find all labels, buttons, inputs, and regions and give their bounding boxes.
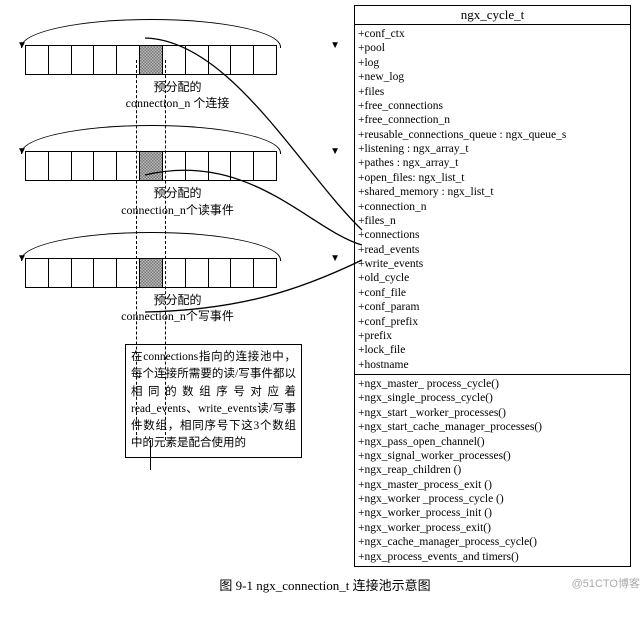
- pool-arc: [21, 232, 281, 261]
- class-field: +reusable_connections_queue : ngx_queue_…: [358, 128, 627, 142]
- pool-cell: [231, 259, 254, 287]
- pool-cell: [163, 259, 186, 287]
- pool-cell: [49, 259, 72, 287]
- pool-cell: [209, 259, 232, 287]
- class-field: +free_connections: [358, 99, 627, 113]
- class-method: +ngx_start _worker_processes(): [358, 406, 627, 420]
- pool-group-read-events: ▼ ▼ 预分配的 connection_n个读事件: [5, 151, 350, 217]
- class-method: +ngx_pass_open_channel(): [358, 435, 627, 449]
- class-method: +ngx_worker_process_init (): [358, 506, 627, 520]
- class-field: +hostname: [358, 358, 627, 372]
- pool-cell: [26, 259, 49, 287]
- class-field: +new_log: [358, 70, 627, 84]
- class-field: +lock_file: [358, 343, 627, 357]
- class-field: +old_cycle: [358, 271, 627, 285]
- pool-cell: [94, 152, 117, 180]
- class-method: +ngx_cache_manager_process_cycle(): [358, 535, 627, 549]
- pool-cell: [49, 152, 72, 180]
- uml-class-box: ngx_cycle_t +conf_ctx+pool+log+new_log+f…: [354, 5, 631, 567]
- pool-arc: [21, 125, 281, 154]
- array-pool: [25, 45, 277, 75]
- pool-arc: [21, 19, 281, 48]
- class-field: +open_files: ngx_list_t: [358, 171, 627, 185]
- class-field: +connection_n: [358, 200, 627, 214]
- class-method: +ngx_reap_children (): [358, 463, 627, 477]
- class-method: +ngx_single_process_cycle(): [358, 391, 627, 405]
- class-method: +ngx_master_ process_cycle(): [358, 377, 627, 391]
- array-pool: [25, 258, 277, 288]
- class-field: +conf_prefix: [358, 315, 627, 329]
- pool-cell: [26, 152, 49, 180]
- left-diagram-column: ▼ ▼ 预分配的 connection_n 个连接 ▼ ▼ 预分配的 conne…: [5, 5, 350, 567]
- array-pool: [25, 151, 277, 181]
- pool-cell: [72, 259, 95, 287]
- arrow-down-icon: ▼: [330, 254, 340, 264]
- class-field: +prefix: [358, 329, 627, 343]
- pool-cell: [94, 46, 117, 74]
- pool-cell: [209, 152, 232, 180]
- class-method: +ngx_start_cache_manager_processes(): [358, 420, 627, 434]
- pool-label: 预分配的 connection_n 个连接: [5, 79, 350, 111]
- class-method: +ngx_process_events_and timers(): [358, 550, 627, 564]
- class-field: +files: [358, 85, 627, 99]
- class-field: +pathes : ngx_array_t: [358, 156, 627, 170]
- class-field: +free_connection_n: [358, 113, 627, 127]
- class-method: +ngx_master_process_exit (): [358, 478, 627, 492]
- watermark: @51CTO博客: [572, 575, 640, 591]
- class-method: +ngx_worker _process_cycle (): [358, 492, 627, 506]
- pool-cell: [163, 152, 186, 180]
- pool-cell: [26, 46, 49, 74]
- class-field: +write_events: [358, 257, 627, 271]
- class-field: +conf_param: [358, 300, 627, 314]
- pool-group-connections: ▼ ▼ 预分配的 connection_n 个连接: [5, 45, 350, 111]
- figure-caption: 图 9-1 ngx_connection_t 连接池示意图: [5, 575, 640, 594]
- arrow-down-icon: ▼: [330, 41, 340, 51]
- class-title: ngx_cycle_t: [355, 6, 630, 25]
- note-box: 在connections指向的连接池中，每个连接所需要的读/写事件都以相同的数组…: [125, 344, 302, 458]
- class-field: +shared_memory : ngx_list_t: [358, 185, 627, 199]
- pool-cell: [254, 46, 276, 74]
- pool-cell: [231, 46, 254, 74]
- pool-cell: [231, 152, 254, 180]
- pool-label: 预分配的 connection_n个写事件: [5, 292, 350, 324]
- field-list: +conf_ctx+pool+log+new_log+files+free_co…: [355, 25, 630, 375]
- pool-cell: [186, 46, 209, 74]
- pool-cell-highlighted: [140, 259, 163, 287]
- pool-cell: [49, 46, 72, 74]
- note-leader-line: [150, 440, 151, 470]
- class-field: +files_n: [358, 214, 627, 228]
- pool-cell: [163, 46, 186, 74]
- pool-cell: [72, 152, 95, 180]
- pool-cell: [254, 259, 276, 287]
- pool-cell: [72, 46, 95, 74]
- pool-cell: [117, 46, 140, 74]
- pool-cell: [117, 152, 140, 180]
- class-field: +conf_ctx: [358, 27, 627, 41]
- pool-cell-highlighted: [140, 152, 163, 180]
- class-field: +pool: [358, 41, 627, 55]
- pool-cell: [186, 152, 209, 180]
- class-field: +listening : ngx_array_t: [358, 142, 627, 156]
- class-field: +conf_file: [358, 286, 627, 300]
- pool-cell: [186, 259, 209, 287]
- pool-cell-highlighted: [140, 46, 163, 74]
- class-method: +ngx_worker_process_exit(): [358, 521, 627, 535]
- class-field: +log: [358, 56, 627, 70]
- arrow-down-icon: ▼: [330, 147, 340, 157]
- pool-cell: [94, 259, 117, 287]
- pool-cell: [254, 152, 276, 180]
- pool-cell: [209, 46, 232, 74]
- class-field: +read_events: [358, 243, 627, 257]
- method-list: +ngx_master_ process_cycle()+ngx_single_…: [355, 375, 630, 566]
- class-method: +ngx_signal_worker_processes(): [358, 449, 627, 463]
- pool-cell: [117, 259, 140, 287]
- class-field: +connections: [358, 228, 627, 242]
- pool-group-write-events: ▼ ▼ 预分配的 connection_n个写事件: [5, 258, 350, 324]
- pool-label: 预分配的 connection_n个读事件: [5, 185, 350, 217]
